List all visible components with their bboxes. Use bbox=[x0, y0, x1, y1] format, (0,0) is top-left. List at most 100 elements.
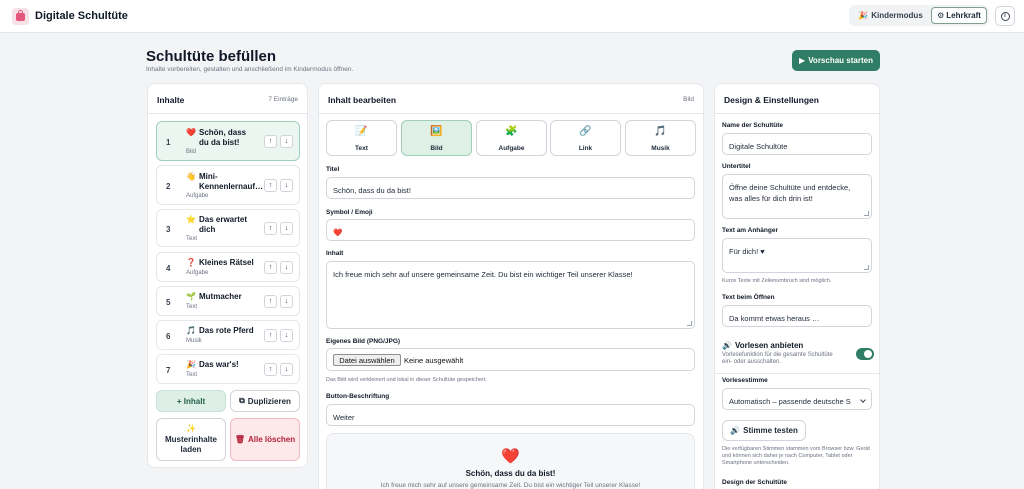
preview-start-button[interactable]: ▶ Vorschau starten bbox=[792, 50, 880, 71]
list-item[interactable]: 2 👋 Mini-Kennenlernauf… Aufgabe ↑ ↓ bbox=[156, 165, 300, 205]
item-type: Text bbox=[186, 236, 198, 242]
item-number: 7 bbox=[166, 366, 171, 375]
resize-handle-icon[interactable] bbox=[864, 265, 869, 270]
question-icon: ❓ bbox=[186, 258, 196, 267]
move-up-button[interactable]: ↑ bbox=[264, 222, 277, 235]
play-icon: ▶ bbox=[799, 56, 806, 65]
content-label: Inhalt bbox=[326, 250, 344, 257]
divider bbox=[714, 373, 879, 374]
subtitle-text: Öffne deine Schultüte und entdecke, was … bbox=[729, 183, 851, 203]
list-item[interactable]: 7 🎉 Das war's! Text ↑ ↓ bbox=[156, 354, 300, 384]
contents-title: Inhalte bbox=[157, 95, 185, 105]
item-type: Musik bbox=[186, 338, 202, 344]
move-up-button[interactable]: ↑ bbox=[264, 363, 277, 376]
move-down-button[interactable]: ↓ bbox=[280, 261, 293, 274]
item-title: Schön, dass du da bist! bbox=[199, 128, 247, 147]
load-samples-button[interactable]: ✨ Musterinhalte laden bbox=[156, 418, 226, 461]
item-type: Aufgabe bbox=[186, 193, 209, 199]
party-icon: 🎉 bbox=[858, 11, 869, 20]
editor-title: Inhalt bearbeiten bbox=[328, 95, 397, 105]
resize-handle-icon[interactable] bbox=[864, 211, 869, 216]
move-down-button[interactable]: ↓ bbox=[280, 179, 293, 192]
item-title: Das erwartet dich bbox=[199, 215, 248, 234]
read-aloud-title: Vorlesen anbieten bbox=[734, 341, 804, 350]
delete-all-button[interactable]: 🗑 Alle löschen bbox=[230, 418, 300, 461]
info-icon: i bbox=[1000, 11, 1010, 21]
list-item[interactable]: 3 ⭐ Das erwartet dich Text ↑ ↓ bbox=[156, 209, 300, 247]
title-label: Titel bbox=[326, 166, 340, 173]
item-type: Aufgabe bbox=[186, 270, 209, 276]
image-file-input: Datei auswählen Keine ausgewählt bbox=[326, 348, 695, 371]
move-down-button[interactable]: ↓ bbox=[280, 329, 293, 342]
move-up-button[interactable]: ↑ bbox=[264, 295, 277, 308]
list-item[interactable]: 5 🌱 Mutmacher Text ↑ ↓ bbox=[156, 286, 300, 316]
mode-switch: 🎉 Kindermodus ⚙ Lehrkraft bbox=[849, 5, 989, 26]
type-task-button[interactable]: 🧩 Aufgabe bbox=[476, 120, 547, 156]
open-text-input[interactable]: Da kommt etwas heraus … bbox=[722, 305, 872, 327]
info-button[interactable]: i bbox=[995, 6, 1015, 26]
name-input[interactable]: Digitale Schultüte bbox=[722, 133, 872, 155]
symbol-label: Symbol / Emoji bbox=[326, 209, 373, 216]
resize-handle-icon[interactable] bbox=[687, 321, 692, 326]
tag-textarea[interactable]: Für dich! ♥ bbox=[722, 238, 872, 273]
move-up-button[interactable]: ↑ bbox=[264, 329, 277, 342]
type-label: Bild bbox=[430, 145, 443, 152]
item-title: Mutmacher bbox=[199, 292, 242, 301]
type-label: Text bbox=[355, 145, 368, 152]
move-up-button[interactable]: ↑ bbox=[264, 261, 277, 274]
title-input[interactable]: Schön, dass du da bist! bbox=[326, 177, 695, 199]
party-icon: 🎉 bbox=[186, 360, 196, 369]
preview-text: Ich freue mich sehr auf unsere gemeinsam… bbox=[380, 482, 641, 489]
image-label: Eigenes Bild (PNG/JPG) bbox=[326, 338, 401, 345]
star-icon: ⭐ bbox=[186, 215, 196, 224]
file-status: Keine ausgewählt bbox=[404, 356, 464, 365]
list-item[interactable]: 6 🎵 Das rote Pferd Musik ↑ ↓ bbox=[156, 320, 300, 350]
picture-icon: 🖼️ bbox=[430, 126, 443, 137]
move-down-button[interactable]: ↓ bbox=[280, 363, 293, 376]
teacher-mode-button[interactable]: ⚙ Lehrkraft bbox=[931, 7, 987, 24]
item-number: 6 bbox=[166, 332, 171, 341]
type-label: Link bbox=[578, 145, 593, 152]
type-image-button[interactable]: 🖼️ Bild bbox=[401, 120, 472, 156]
move-down-button[interactable]: ↓ bbox=[280, 222, 293, 235]
move-down-button[interactable]: ↓ bbox=[280, 135, 293, 148]
editor-type-meta: Bild bbox=[683, 96, 694, 103]
move-up-button[interactable]: ↑ bbox=[264, 179, 277, 192]
app-logo-icon bbox=[12, 8, 29, 25]
open-text-label: Text beim Öffnen bbox=[722, 294, 775, 301]
type-link-button[interactable]: 🔗 Link bbox=[550, 120, 621, 156]
item-number: 2 bbox=[166, 182, 171, 191]
list-item[interactable]: 1 ❤️ Schön, dass du da bist! Bild ↑ ↓ bbox=[156, 121, 300, 161]
button-label-input[interactable]: Weiter bbox=[326, 404, 695, 426]
toggle-knob bbox=[864, 350, 872, 358]
type-music-button[interactable]: 🎵 Musik bbox=[625, 120, 696, 156]
speaker-icon: 🔊 bbox=[730, 426, 741, 435]
page-subtitle: Inhalte vorbereiten, gestalten und ansch… bbox=[146, 66, 354, 73]
choose-file-button[interactable]: Datei auswählen bbox=[333, 354, 401, 366]
kids-mode-button[interactable]: 🎉 Kindermodus bbox=[852, 7, 929, 24]
preview-title: Schön, dass du da bist! bbox=[465, 469, 556, 478]
memo-icon: 📝 bbox=[355, 126, 368, 137]
top-bar: Digitale Schultüte 🎉 Kindermodus ⚙ Lehrk… bbox=[0, 0, 1024, 33]
copy-icon: ⧉ bbox=[239, 396, 245, 405]
move-up-button[interactable]: ↑ bbox=[264, 135, 277, 148]
content-textarea[interactable]: Ich freue mich sehr auf unsere gemeinsam… bbox=[326, 261, 695, 329]
test-voice-button[interactable]: 🔊 Stimme testen bbox=[722, 420, 806, 441]
voice-select[interactable]: Automatisch – passende deutsche S bbox=[722, 388, 872, 410]
type-text-button[interactable]: 📝 Text bbox=[326, 120, 397, 156]
music-icon: 🎵 bbox=[186, 326, 196, 335]
item-number: 3 bbox=[166, 225, 171, 234]
move-down-button[interactable]: ↓ bbox=[280, 295, 293, 308]
symbol-input[interactable]: ❤️ bbox=[326, 219, 695, 241]
list-item[interactable]: 4 ❓ Kleines Rätsel Aufgabe ↑ ↓ bbox=[156, 252, 300, 282]
heart-icon: ❤️ bbox=[186, 128, 196, 137]
image-hint: Das Bild wird verkleinert und lokal in d… bbox=[326, 377, 487, 383]
duplicate-button[interactable]: ⧉ Duplizieren bbox=[230, 390, 300, 412]
add-content-button[interactable]: + Inhalt bbox=[156, 390, 226, 412]
read-aloud-heading: 🔊 Vorlesen anbieten bbox=[722, 341, 803, 350]
contents-count: 7 Einträge bbox=[268, 96, 298, 103]
music-icon: 🎵 bbox=[654, 126, 667, 137]
subtitle-textarea[interactable]: Öffne deine Schultüte und entdecke, was … bbox=[722, 174, 872, 219]
content-text: Ich freue mich sehr auf unsere gemeinsam… bbox=[333, 270, 633, 279]
read-aloud-toggle[interactable] bbox=[856, 348, 874, 360]
